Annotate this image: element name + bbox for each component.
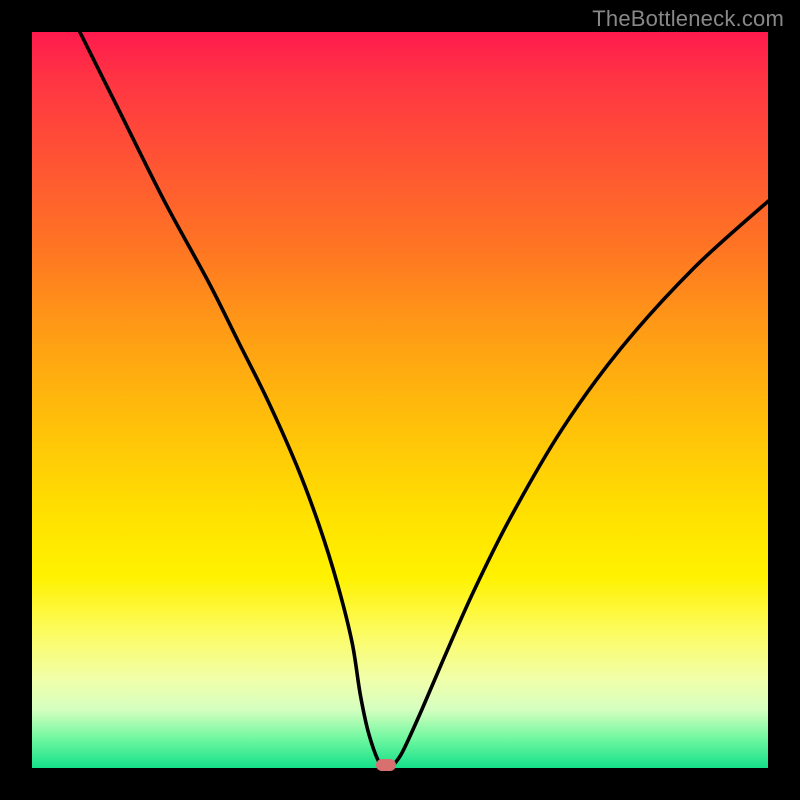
curve-svg [32,32,768,768]
chart-frame: TheBottleneck.com [0,0,800,800]
bottleneck-curve-path [80,32,768,767]
watermark-text: TheBottleneck.com [592,6,784,32]
plot-area [32,32,768,768]
minimum-marker [376,759,396,771]
